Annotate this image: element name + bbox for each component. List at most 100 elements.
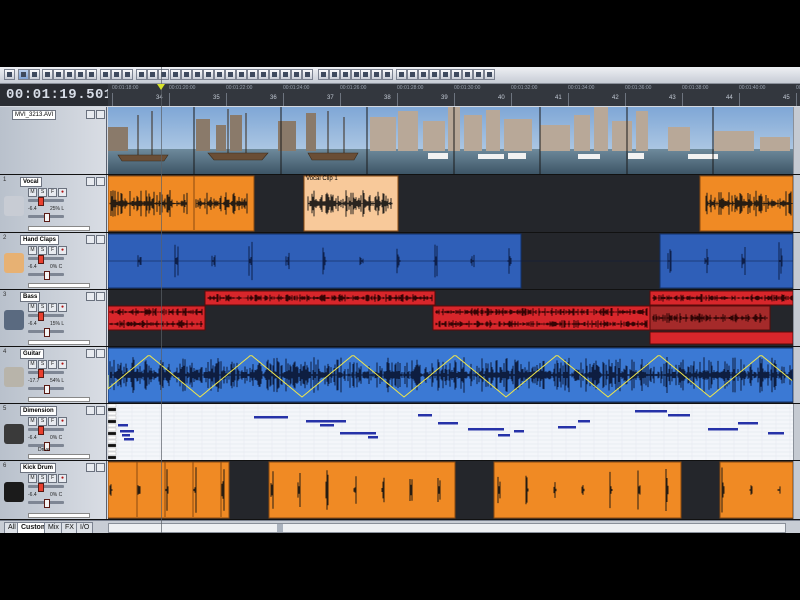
- midi-note[interactable]: [468, 428, 504, 431]
- tool-button[interactable]: [462, 69, 473, 80]
- video-track-settings-button[interactable]: [86, 110, 95, 119]
- arm-record-button[interactable]: ●: [58, 188, 67, 197]
- horizontal-scrollbar[interactable]: [108, 523, 786, 533]
- solo-button[interactable]: S: [38, 360, 47, 369]
- track-lane[interactable]: Vocal Clip 1: [108, 175, 793, 232]
- track-lane[interactable]: [108, 404, 793, 460]
- horizontal-scroll-thumb[interactable]: [277, 524, 283, 532]
- track-scrollbar[interactable]: [793, 233, 800, 289]
- pan-knob[interactable]: [44, 328, 50, 337]
- track-minimize-button[interactable]: [86, 292, 95, 301]
- zoom-tool-button[interactable]: [64, 69, 75, 80]
- play-button[interactable]: [136, 69, 147, 80]
- video-button[interactable]: [192, 69, 203, 80]
- track-lane[interactable]: [108, 461, 793, 519]
- kick-clip[interactable]: [268, 461, 456, 519]
- midi-note[interactable]: [124, 438, 134, 441]
- midi-note[interactable]: [738, 422, 758, 425]
- markers-button[interactable]: [329, 69, 340, 80]
- time-selection-tool-button[interactable]: [75, 69, 86, 80]
- grid-button[interactable]: [318, 69, 329, 80]
- split-tool-button[interactable]: [53, 69, 64, 80]
- track-header[interactable]: 6 Kick Drum M S F ● -6.4 0% C: [0, 461, 107, 519]
- track-close-button[interactable]: [96, 349, 105, 358]
- track-minimize-button[interactable]: [86, 349, 95, 358]
- video-track-close-button[interactable]: [96, 110, 105, 119]
- pan-slider[interactable]: [28, 213, 64, 222]
- track-header[interactable]: 3 Bass M S F ● -6.4 15% L: [0, 290, 107, 346]
- tool-button[interactable]: [473, 69, 484, 80]
- mute-button[interactable]: M: [28, 303, 37, 312]
- midi-note[interactable]: [635, 410, 667, 413]
- normalize-button[interactable]: [269, 69, 280, 80]
- track-name[interactable]: Bass: [20, 292, 41, 302]
- pan-slider[interactable]: [28, 385, 64, 394]
- undo-button[interactable]: [214, 69, 225, 80]
- track-scrollbar[interactable]: [793, 290, 800, 346]
- midi-note[interactable]: [498, 434, 510, 437]
- arm-record-button[interactable]: ●: [58, 360, 67, 369]
- midi-note[interactable]: [668, 414, 690, 417]
- copy-button[interactable]: [247, 69, 258, 80]
- rewind-button[interactable]: [158, 69, 169, 80]
- fade-in-button[interactable]: [280, 69, 291, 80]
- draw-tool-button[interactable]: [29, 69, 40, 80]
- volume-knob[interactable]: [38, 369, 44, 378]
- timeline-ruler[interactable]: 00:01:18:00 34 00:01:20:00 35 00:01:22:00 36 0…: [108, 84, 800, 106]
- track-scrollbar[interactable]: [793, 175, 800, 232]
- tool-button[interactable]: [407, 69, 418, 80]
- envelope-tool-button[interactable]: [18, 69, 29, 80]
- arm-record-button[interactable]: ●: [58, 474, 67, 483]
- loop-button[interactable]: [100, 69, 111, 80]
- track-name[interactable]: Dimension: [20, 406, 57, 416]
- forward-button[interactable]: [170, 69, 181, 80]
- track-minimize-button[interactable]: [86, 235, 95, 244]
- midi-note[interactable]: [418, 414, 432, 417]
- midi-note[interactable]: [438, 422, 458, 425]
- erase-tool-button[interactable]: [42, 69, 53, 80]
- volume-slider[interactable]: [28, 197, 64, 206]
- track-lane[interactable]: [108, 290, 793, 346]
- kick-clip[interactable]: [719, 461, 793, 519]
- playhead-marker-icon[interactable]: [157, 84, 165, 90]
- record-button[interactable]: [122, 69, 133, 80]
- regions-button[interactable]: [340, 69, 351, 80]
- tool-button[interactable]: [451, 69, 462, 80]
- track-lane[interactable]: [108, 347, 793, 403]
- track-minimize-button[interactable]: [86, 177, 95, 186]
- timecode-display[interactable]: 00:01:19.501: [6, 87, 113, 103]
- volume-knob[interactable]: [38, 255, 44, 264]
- midi-note[interactable]: [340, 432, 376, 435]
- track-header[interactable]: 5 Dimension M S F ● -6.4 0% C Drive: [0, 404, 107, 460]
- fx-button[interactable]: F: [48, 303, 57, 312]
- chord-button[interactable]: [371, 69, 382, 80]
- track-close-button[interactable]: [96, 463, 105, 472]
- volume-slider[interactable]: [28, 483, 64, 492]
- tool-button[interactable]: [484, 69, 495, 80]
- select-tool-button[interactable]: [4, 69, 15, 80]
- midi-note[interactable]: [306, 420, 346, 423]
- track-close-button[interactable]: [96, 292, 105, 301]
- midi-note[interactable]: [514, 430, 524, 433]
- track-minimize-button[interactable]: [86, 406, 95, 415]
- solo-button[interactable]: S: [38, 303, 47, 312]
- volume-slider[interactable]: [28, 255, 64, 264]
- midi-note[interactable]: [578, 420, 590, 423]
- track-name[interactable]: Hand Claps: [20, 235, 60, 245]
- volume-slider[interactable]: [28, 369, 64, 378]
- mute-button[interactable]: M: [28, 246, 37, 255]
- kick-clip[interactable]: [493, 461, 682, 519]
- help-button[interactable]: [396, 69, 407, 80]
- quantize-button[interactable]: [382, 69, 393, 80]
- fx-button[interactable]: F: [48, 417, 57, 426]
- arm-record-button[interactable]: ●: [58, 417, 67, 426]
- midi-note[interactable]: [122, 434, 130, 437]
- track-name[interactable]: Kick Drum: [20, 463, 57, 473]
- track-lane[interactable]: [108, 233, 793, 289]
- midi-note[interactable]: [118, 424, 128, 427]
- tab-io[interactable]: I/O: [76, 522, 94, 533]
- volume-knob[interactable]: [38, 197, 44, 206]
- midi-note[interactable]: [558, 426, 576, 429]
- cut-button[interactable]: [236, 69, 247, 80]
- midi-note[interactable]: [708, 428, 738, 431]
